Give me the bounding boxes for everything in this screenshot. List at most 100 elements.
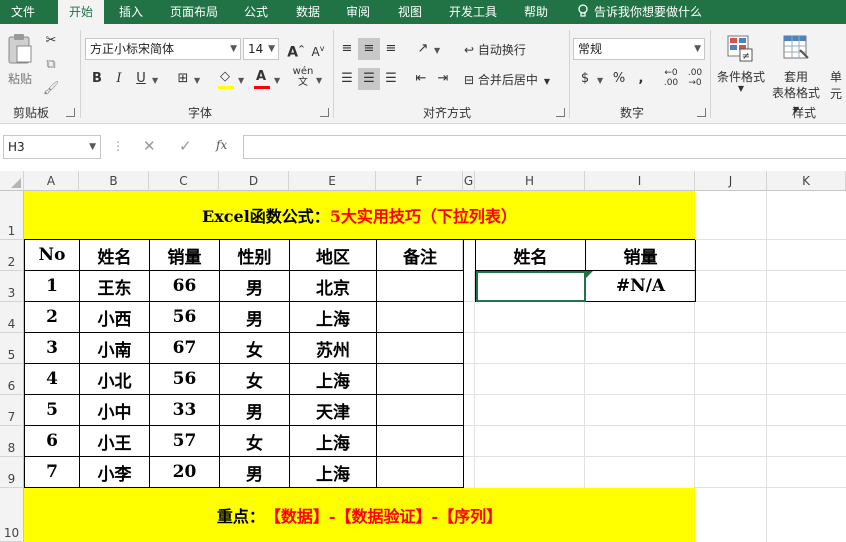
chevron-down-icon[interactable]: ▼ xyxy=(274,76,280,85)
font-launcher-icon[interactable] xyxy=(320,108,329,117)
column-header-b[interactable]: B xyxy=(79,171,149,191)
chevron-down-icon[interactable]: ▼ xyxy=(152,76,158,85)
align-top-button[interactable]: ≡ xyxy=(336,38,358,60)
table-header-cell[interactable]: 销量 xyxy=(150,240,220,271)
row-header-3[interactable]: 3 xyxy=(0,271,24,302)
chevron-down-icon[interactable]: ▼ xyxy=(316,76,322,85)
table-cell[interactable] xyxy=(377,271,464,302)
table-cell[interactable]: 2 xyxy=(25,302,80,333)
underline-button[interactable]: U xyxy=(130,68,152,90)
accounting-format-button[interactable]: $ xyxy=(574,68,596,90)
tab-insert[interactable]: 插入 xyxy=(110,0,152,24)
decrease-indent-button[interactable]: ⇤ xyxy=(410,68,432,90)
table-cell[interactable]: 小西 xyxy=(80,302,150,333)
table-cell[interactable]: 33 xyxy=(150,395,220,426)
table-cell[interactable] xyxy=(377,457,464,488)
number-launcher-icon[interactable] xyxy=(697,108,706,117)
insert-function-icon[interactable]: fx xyxy=(216,138,227,152)
row-header-1[interactable]: 1 xyxy=(0,191,24,240)
lookup-header-name[interactable]: 姓名 xyxy=(476,240,586,271)
alignment-launcher-icon[interactable] xyxy=(556,108,565,117)
column-header-g[interactable]: G xyxy=(463,171,475,191)
row-header-7[interactable]: 7 xyxy=(0,395,24,426)
table-cell[interactable]: 1 xyxy=(25,271,80,302)
table-cell[interactable]: 小李 xyxy=(80,457,150,488)
borders-button[interactable]: ⊞ xyxy=(172,68,194,90)
row-header-2[interactable]: 2 xyxy=(0,240,24,271)
tab-review[interactable]: 审阅 xyxy=(338,0,378,24)
table-header-cell[interactable]: 性别 xyxy=(220,240,290,271)
table-cell[interactable]: 女 xyxy=(220,364,290,395)
table-cell[interactable]: 上海 xyxy=(290,457,377,488)
italic-button[interactable]: I xyxy=(108,68,130,90)
cell-styles-button[interactable]: 单元 xyxy=(830,68,846,102)
cut-button[interactable]: ✂ xyxy=(40,30,62,52)
cancel-icon[interactable]: ✕ xyxy=(143,137,156,155)
align-center-button[interactable]: ☰ xyxy=(358,68,380,90)
table-cell[interactable]: 王东 xyxy=(80,271,150,302)
table-cell[interactable]: 67 xyxy=(150,333,220,364)
row-header-4[interactable]: 4 xyxy=(0,302,24,333)
formula-input[interactable] xyxy=(243,135,846,159)
table-cell[interactable] xyxy=(377,302,464,333)
grow-font-button[interactable]: A^ xyxy=(285,38,307,61)
table-cell[interactable]: 女 xyxy=(220,426,290,457)
table-cell[interactable]: 4 xyxy=(25,364,80,395)
table-cell[interactable]: 天津 xyxy=(290,395,377,426)
tab-home[interactable]: 开始 xyxy=(58,0,104,24)
chevron-down-icon[interactable]: ▼ xyxy=(434,46,440,55)
number-format-select[interactable]: 常规 ▼ xyxy=(573,38,705,60)
column-header-j[interactable]: J xyxy=(695,171,767,191)
table-header-cell[interactable]: No xyxy=(25,240,80,271)
table-cell[interactable]: 男 xyxy=(220,395,290,426)
table-cell[interactable]: 56 xyxy=(150,364,220,395)
table-cell[interactable]: 6 xyxy=(25,426,80,457)
format-as-table-button[interactable]: 套用 表格格式 ▼ xyxy=(768,30,824,114)
select-all-corner[interactable] xyxy=(0,171,24,191)
tab-formulas[interactable]: 公式 xyxy=(236,0,276,24)
increase-decimal-button[interactable]: ←0.00 xyxy=(660,68,682,90)
conditional-formatting-button[interactable]: ≠ 条件格式 ▼ xyxy=(714,30,768,100)
worksheet-grid[interactable]: A B C D E F G H I J K 1 2 3 4 5 6 7 8 9 … xyxy=(0,171,846,542)
column-header-d[interactable]: D xyxy=(219,171,289,191)
table-cell[interactable] xyxy=(377,364,464,395)
table-cell[interactable]: 上海 xyxy=(290,364,377,395)
copy-button[interactable]: ⧉ xyxy=(40,54,62,76)
table-cell[interactable] xyxy=(377,395,464,426)
row-header-9[interactable]: 9 xyxy=(0,457,24,488)
column-header-f[interactable]: F xyxy=(376,171,463,191)
footer-cell[interactable]: 重点： 【数据】-【数据验证】-【序列】 xyxy=(24,488,695,542)
align-bottom-button[interactable]: ≡ xyxy=(380,38,402,60)
lookup-name-cell[interactable] xyxy=(476,271,586,302)
enter-icon[interactable]: ✓ xyxy=(179,137,192,155)
table-cell[interactable]: 5 xyxy=(25,395,80,426)
tell-me-box[interactable]: 告诉我你想要做什么 xyxy=(576,0,702,24)
format-painter-button[interactable]: 🖌 xyxy=(40,78,62,100)
increase-indent-button[interactable]: ⇥ xyxy=(432,68,454,90)
align-middle-button[interactable]: ≡ xyxy=(358,38,380,60)
row-header-10[interactable]: 10 xyxy=(0,488,24,542)
wrap-text-button[interactable]: ↩ 自动换行 xyxy=(464,41,526,58)
column-header-k[interactable]: K xyxy=(767,171,846,191)
shrink-font-button[interactable]: Av xyxy=(307,38,329,60)
paste-button[interactable]: 粘贴 xyxy=(4,30,36,88)
table-cell[interactable]: 56 xyxy=(150,302,220,333)
comma-button[interactable]: , xyxy=(630,68,652,90)
name-box[interactable]: H3 ▼ xyxy=(3,135,101,159)
table-cell[interactable] xyxy=(377,426,464,457)
table-cell[interactable] xyxy=(377,333,464,364)
tab-file[interactable]: 文件 xyxy=(0,0,46,24)
lookup-header-sales[interactable]: 销量 xyxy=(586,240,696,271)
chevron-down-icon[interactable]: ▼ xyxy=(238,76,244,85)
column-header-a[interactable]: A xyxy=(24,171,79,191)
chevron-down-icon[interactable]: ▼ xyxy=(194,76,200,85)
table-header-cell[interactable]: 备注 xyxy=(377,240,464,271)
title-cell[interactable]: Excel函数公式： 5大实用技巧（下拉列表） xyxy=(24,191,695,240)
table-header-cell[interactable]: 姓名 xyxy=(80,240,150,271)
merge-center-button[interactable]: ⊟ 合并后居中 ▼ xyxy=(464,71,550,88)
table-cell[interactable]: 上海 xyxy=(290,302,377,333)
align-right-button[interactable]: ☰ xyxy=(380,68,402,90)
table-cell[interactable]: 57 xyxy=(150,426,220,457)
fill-color-button[interactable]: ◇ xyxy=(214,66,236,88)
bold-button[interactable]: B xyxy=(86,68,108,90)
